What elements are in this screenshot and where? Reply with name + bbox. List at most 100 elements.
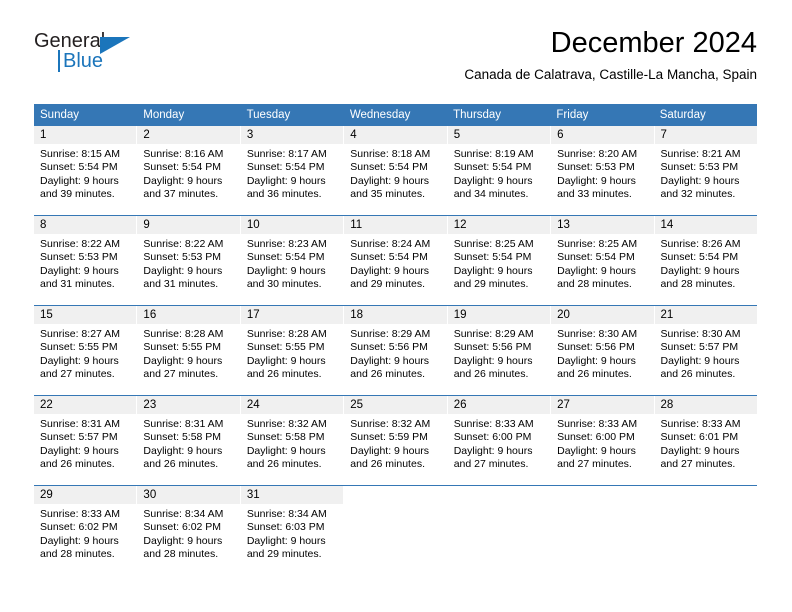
daylight-text-line1: Daylight: 9 hours	[350, 264, 430, 277]
day-cell[interactable]: 1 Sunrise: 8:15 AM Sunset: 5:54 PM Dayli…	[34, 126, 137, 215]
day-number: 26	[447, 396, 551, 414]
day-number: 16	[137, 306, 240, 324]
daylight-text-line2: and 28 minutes.	[660, 278, 736, 291]
day-cell[interactable]: 27 Sunrise: 8:33 AM Sunset: 6:00 PM Dayl…	[550, 396, 654, 485]
calendar-grid: Sunday Monday Tuesday Wednesday Thursday…	[34, 104, 757, 575]
sunrise-text: Sunrise: 8:33 AM	[660, 418, 741, 430]
daylight-text-line2: and 33 minutes.	[557, 188, 632, 201]
page-header: General Blue December 2024 Canada de Cal…	[34, 26, 757, 96]
daylight-text-line2: and 26 minutes.	[453, 368, 529, 381]
day-cell[interactable]: 25 Sunrise: 8:32 AM Sunset: 5:59 PM Dayl…	[343, 396, 447, 485]
sunrise-text: Sunrise: 8:33 AM	[557, 418, 638, 430]
daylight-text-line2: and 28 minutes.	[40, 548, 115, 561]
day-cell[interactable]: 2 Sunrise: 8:16 AM Sunset: 5:54 PM Dayli…	[136, 126, 240, 215]
day-number: 19	[447, 306, 551, 324]
day-cell[interactable]: 26 Sunrise: 8:33 AM Sunset: 6:00 PM Dayl…	[446, 396, 551, 485]
day-cell[interactable]: 29 Sunrise: 8:33 AM Sunset: 6:02 PM Dayl…	[34, 486, 137, 575]
daylight-text-line1: Daylight: 9 hours	[246, 174, 326, 187]
day-number: 3	[240, 126, 344, 144]
day-number: 7	[654, 126, 757, 144]
daylight-text-line2: and 29 minutes.	[453, 278, 529, 291]
day-number: 9	[137, 216, 240, 234]
day-info: Sunrise: 8:33 AM Sunset: 6:02 PM Dayligh…	[34, 504, 136, 562]
day-cell[interactable]: 14 Sunrise: 8:26 AM Sunset: 5:54 PM Dayl…	[653, 216, 757, 305]
daylight-text-line2: and 32 minutes.	[660, 188, 736, 201]
daylight-text-line1: Daylight: 9 hours	[40, 534, 119, 547]
day-info: Sunrise: 8:30 AM Sunset: 5:56 PM Dayligh…	[551, 324, 653, 382]
day-info: Sunrise: 8:30 AM Sunset: 5:57 PM Dayligh…	[655, 324, 757, 382]
page-subtitle: Canada de Calatrava, Castille-La Mancha,…	[464, 67, 757, 82]
day-info: Sunrise: 8:21 AM Sunset: 5:53 PM Dayligh…	[655, 144, 757, 202]
daylight-text-line2: and 26 minutes.	[246, 368, 322, 381]
day-info: Sunrise: 8:33 AM Sunset: 6:00 PM Dayligh…	[551, 414, 653, 472]
day-number	[344, 486, 447, 504]
daylight-text-line2: and 27 minutes.	[453, 458, 529, 471]
day-cell[interactable]: 16 Sunrise: 8:28 AM Sunset: 5:55 PM Dayl…	[136, 306, 240, 395]
week-row: 15 Sunrise: 8:27 AM Sunset: 5:55 PM Dayl…	[34, 305, 757, 395]
daylight-text-line2: and 28 minutes.	[143, 548, 219, 561]
daylight-text-line1: Daylight: 9 hours	[40, 354, 119, 367]
daylight-text-line2: and 26 minutes.	[143, 458, 219, 471]
sunset-text: Sunset: 5:54 PM	[143, 161, 222, 174]
day-info: Sunrise: 8:15 AM Sunset: 5:54 PM Dayligh…	[34, 144, 136, 202]
day-cell[interactable]: 7 Sunrise: 8:21 AM Sunset: 5:53 PM Dayli…	[653, 126, 757, 215]
sunset-text: Sunset: 5:53 PM	[660, 161, 739, 174]
day-info: Sunrise: 8:27 AM Sunset: 5:55 PM Dayligh…	[34, 324, 136, 382]
day-cell[interactable]: 18 Sunrise: 8:29 AM Sunset: 5:56 PM Dayl…	[343, 306, 447, 395]
day-cell[interactable]: 6 Sunrise: 8:20 AM Sunset: 5:53 PM Dayli…	[550, 126, 654, 215]
day-number: 14	[654, 216, 757, 234]
sunset-text: Sunset: 6:00 PM	[557, 431, 635, 444]
day-number: 13	[551, 216, 654, 234]
sunrise-text: Sunrise: 8:17 AM	[246, 148, 327, 160]
day-cell[interactable]: 13 Sunrise: 8:25 AM Sunset: 5:54 PM Dayl…	[550, 216, 654, 305]
daylight-text-line2: and 28 minutes.	[557, 278, 632, 291]
day-cell[interactable]: 22 Sunrise: 8:31 AM Sunset: 5:57 PM Dayl…	[34, 396, 137, 485]
brand-name-blue: Blue	[63, 50, 104, 72]
day-cell[interactable]: 24 Sunrise: 8:32 AM Sunset: 5:58 PM Dayl…	[239, 396, 344, 485]
day-cell[interactable]: 8 Sunrise: 8:22 AM Sunset: 5:53 PM Dayli…	[34, 216, 137, 305]
sunrise-text: Sunrise: 8:18 AM	[350, 148, 431, 160]
daylight-text-line1: Daylight: 9 hours	[246, 534, 326, 547]
day-cell[interactable]: 30 Sunrise: 8:34 AM Sunset: 6:02 PM Dayl…	[136, 486, 240, 575]
sunset-text: Sunset: 5:56 PM	[557, 341, 635, 354]
day-cell[interactable]: 15 Sunrise: 8:27 AM Sunset: 5:55 PM Dayl…	[34, 306, 137, 395]
day-cell[interactable]: 10 Sunrise: 8:23 AM Sunset: 5:54 PM Dayl…	[239, 216, 344, 305]
brand-logo[interactable]: General Blue	[34, 30, 214, 86]
day-cell[interactable]: 4 Sunrise: 8:18 AM Sunset: 5:54 PM Dayli…	[343, 126, 447, 215]
daylight-text-line1: Daylight: 9 hours	[660, 354, 740, 367]
day-cell-empty	[550, 486, 654, 575]
day-cell[interactable]: 12 Sunrise: 8:25 AM Sunset: 5:54 PM Dayl…	[446, 216, 551, 305]
day-cell[interactable]: 19 Sunrise: 8:29 AM Sunset: 5:56 PM Dayl…	[446, 306, 551, 395]
day-number	[447, 486, 551, 504]
weekday-header-tuesday: Tuesday	[246, 109, 291, 121]
daylight-text-line2: and 31 minutes.	[40, 278, 115, 291]
day-cell[interactable]: 11 Sunrise: 8:24 AM Sunset: 5:54 PM Dayl…	[343, 216, 447, 305]
day-cell[interactable]: 31 Sunrise: 8:34 AM Sunset: 6:03 PM Dayl…	[239, 486, 344, 575]
weekday-header-thursday: Thursday	[453, 109, 502, 121]
daylight-text-line1: Daylight: 9 hours	[557, 354, 636, 367]
day-cell[interactable]: 23 Sunrise: 8:31 AM Sunset: 5:58 PM Dayl…	[136, 396, 240, 485]
day-number: 27	[551, 396, 654, 414]
day-cell[interactable]: 20 Sunrise: 8:30 AM Sunset: 5:56 PM Dayl…	[550, 306, 654, 395]
day-cell[interactable]: 28 Sunrise: 8:33 AM Sunset: 6:01 PM Dayl…	[653, 396, 757, 485]
day-cell[interactable]: 9 Sunrise: 8:22 AM Sunset: 5:53 PM Dayli…	[136, 216, 240, 305]
sunrise-text: Sunrise: 8:34 AM	[246, 508, 327, 520]
daylight-text-line1: Daylight: 9 hours	[453, 174, 533, 187]
sunrise-text: Sunrise: 8:27 AM	[40, 328, 120, 340]
week-row: 22 Sunrise: 8:31 AM Sunset: 5:57 PM Dayl…	[34, 395, 757, 485]
day-cell[interactable]: 17 Sunrise: 8:28 AM Sunset: 5:55 PM Dayl…	[239, 306, 344, 395]
sunrise-text: Sunrise: 8:29 AM	[350, 328, 431, 340]
daylight-text-line2: and 34 minutes.	[453, 188, 529, 201]
day-cell[interactable]: 3 Sunrise: 8:17 AM Sunset: 5:54 PM Dayli…	[239, 126, 344, 215]
sunset-text: Sunset: 5:54 PM	[40, 161, 118, 174]
day-info: Sunrise: 8:29 AM Sunset: 5:56 PM Dayligh…	[344, 324, 446, 382]
sunrise-text: Sunrise: 8:26 AM	[660, 238, 741, 250]
daylight-text-line1: Daylight: 9 hours	[350, 444, 430, 457]
daylight-text-line1: Daylight: 9 hours	[40, 174, 119, 187]
day-cell[interactable]: 21 Sunrise: 8:30 AM Sunset: 5:57 PM Dayl…	[653, 306, 757, 395]
sunrise-text: Sunrise: 8:20 AM	[557, 148, 638, 160]
day-cell[interactable]: 5 Sunrise: 8:19 AM Sunset: 5:54 PM Dayli…	[446, 126, 551, 215]
daylight-text-line2: and 27 minutes.	[40, 368, 115, 381]
weekday-header-monday: Monday	[143, 109, 185, 121]
daylight-text-line2: and 26 minutes.	[557, 368, 632, 381]
